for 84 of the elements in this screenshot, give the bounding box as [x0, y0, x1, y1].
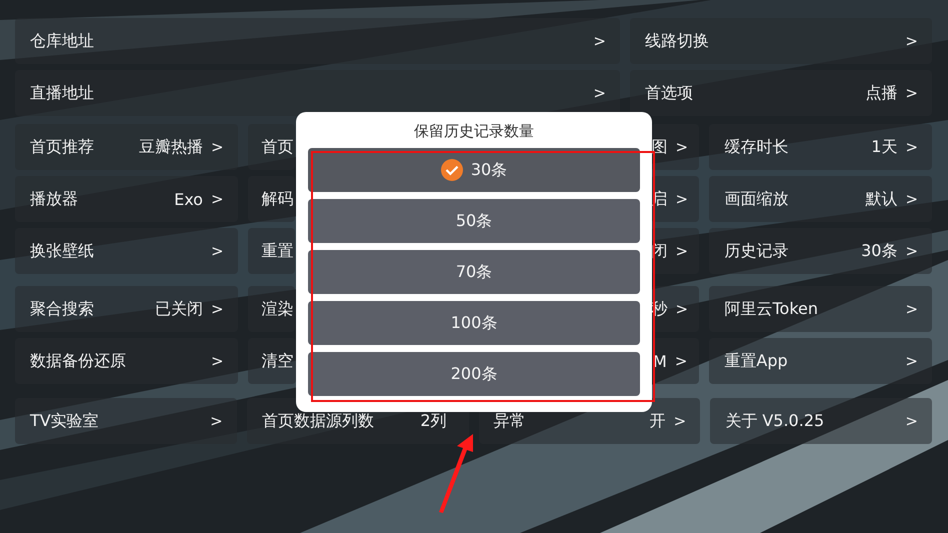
check-icon — [440, 159, 463, 181]
option-button[interactable]: 30条 — [308, 148, 640, 192]
item-label: 仓库地址 — [30, 30, 94, 52]
option-button[interactable]: 50条 — [308, 199, 640, 243]
settings-item[interactable]: 渲染 — [248, 286, 296, 332]
item-label: 解码 — [262, 188, 294, 210]
item-label: 历史记录 — [724, 240, 788, 262]
item-label: 首选项 — [645, 82, 693, 104]
settings-item[interactable]: 历史记录 30条 > — [709, 228, 932, 274]
settings-item[interactable]: 线路切换 > — [630, 18, 932, 64]
option-button[interactable]: 100条 — [308, 301, 640, 345]
item-value: 1天 — [871, 136, 898, 158]
settings-item[interactable]: 重置 — [248, 228, 296, 274]
item-label: 聚合搜索 — [30, 298, 94, 320]
item-value: 开 — [650, 410, 666, 432]
item-value: Exo — [174, 190, 203, 208]
item-label: 异常 — [494, 410, 526, 432]
settings-item[interactable]: 首页推荐 豆瓣热播 > — [15, 124, 238, 170]
item-value: 点播 — [865, 82, 898, 104]
chevron-icon: > — [211, 352, 224, 370]
chevron-icon: > — [905, 352, 918, 370]
chevron-icon: > — [210, 138, 224, 156]
item-label: 画面缩放 — [724, 188, 788, 210]
settings-item[interactable]: 首页 — [248, 124, 296, 170]
item-value: 豆瓣热播 — [138, 136, 203, 158]
chevron-icon: > — [675, 242, 688, 260]
item-label: 阿里云Token — [724, 298, 818, 320]
dialog-title: 保留历史记录数量 — [413, 121, 535, 142]
item-value: 图 — [651, 136, 668, 158]
option-button[interactable]: 70条 — [308, 250, 640, 294]
item-label: 首页推荐 — [30, 136, 94, 158]
chevron-icon: > — [210, 412, 223, 430]
chevron-icon: > — [210, 242, 224, 260]
chevron-icon: > — [593, 32, 606, 50]
settings-item[interactable]: 仓库地址 > — [15, 18, 620, 64]
chevron-icon: > — [675, 300, 688, 318]
chevron-icon: > — [905, 138, 918, 156]
settings-item[interactable]: TV实验室 > — [15, 398, 237, 444]
item-label: 首页 — [262, 136, 294, 158]
chevron-icon: > — [905, 242, 918, 260]
item-label: 线路切换 — [645, 30, 709, 52]
item-label: 播放器 — [30, 188, 78, 210]
settings-item[interactable]: 聚合搜索 已关闭 > — [15, 286, 238, 332]
item-label: 关于 V5.0.25 — [725, 410, 824, 432]
item-label: 重置 — [262, 240, 294, 262]
chevron-icon: > — [675, 190, 688, 208]
item-label: 清空 — [262, 350, 294, 372]
chevron-icon: > — [905, 300, 918, 318]
settings-item[interactable]: 直播地址 > — [15, 70, 620, 116]
settings-item[interactable]: 图 > — [651, 124, 700, 170]
settings-item[interactable]: 数据备份还原 > — [15, 338, 238, 384]
item-value: 已关闭 — [154, 298, 203, 320]
settings-item[interactable]: 重置App > — [709, 338, 932, 384]
settings-item[interactable]: 画面缩放 默认 > — [709, 176, 932, 222]
item-label: 缓存时长 — [724, 136, 788, 158]
chevron-icon: > — [593, 84, 606, 102]
chevron-icon: > — [675, 138, 688, 156]
chevron-icon: > — [905, 412, 918, 430]
item-label: 直播地址 — [30, 82, 94, 104]
item-label: 重置App — [724, 350, 788, 372]
option-button[interactable]: 200条 — [308, 352, 640, 396]
item-label: 首页数据源列数 — [262, 410, 374, 432]
chevron-icon: > — [905, 32, 918, 50]
chevron-icon: > — [905, 190, 918, 208]
settings-item[interactable]: 播放器 Exo > — [15, 176, 238, 222]
chevron-icon: > — [905, 84, 918, 102]
item-label: 渲染 — [262, 298, 294, 320]
item-value: 30条 — [861, 240, 898, 262]
chevron-icon: > — [674, 412, 686, 430]
settings-item[interactable]: 关于 V5.0.25 > — [710, 398, 932, 444]
chevron-icon: > — [210, 190, 224, 208]
settings-item[interactable]: 换张壁纸 > — [15, 228, 238, 274]
item-label: TV实验室 — [30, 410, 99, 432]
chevron-icon: > — [210, 300, 224, 318]
settings-item[interactable]: 首选项 点播 > — [630, 70, 932, 116]
item-value: 默认 — [865, 188, 898, 210]
settings-item[interactable]: 解码 — [248, 176, 296, 222]
settings-item[interactable]: 清空 — [248, 338, 296, 384]
item-label: 数据备份还原 — [30, 350, 126, 372]
settings-item[interactable]: 阿里云Token > — [709, 286, 932, 332]
settings-item[interactable]: 缓存时长 1天 > — [709, 124, 932, 170]
chevron-icon: > — [674, 352, 688, 370]
item-value: 2列 — [420, 410, 446, 432]
item-label: 换张壁纸 — [30, 240, 94, 262]
